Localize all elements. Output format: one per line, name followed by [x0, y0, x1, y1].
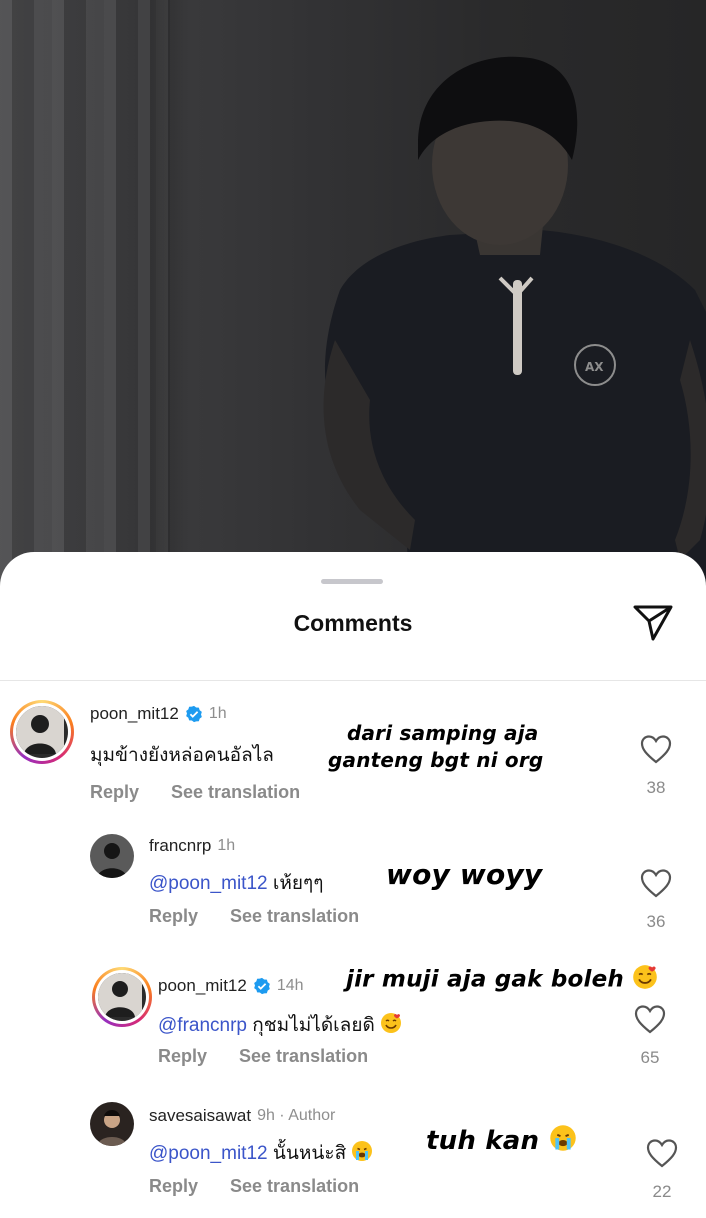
like-count: 65: [640, 1048, 660, 1067]
crying-face-emoji-icon: [549, 1124, 577, 1159]
like-button[interactable]: 38: [638, 734, 674, 798]
overlay-caption: woy woyy: [386, 858, 543, 891]
heart-outline-icon: [640, 735, 672, 764]
see-translation-button[interactable]: See translation: [239, 1046, 368, 1067]
verified-badge-icon: [254, 977, 270, 995]
comment-time: 1h: [217, 837, 236, 854]
comment-text: มุมข้างยังหล่อคนอัลไล: [90, 745, 274, 766]
comment-text: เห้ยๆๆ: [272, 873, 324, 894]
avatar-story-ring[interactable]: [10, 700, 74, 764]
comment-username[interactable]: savesaisawat: [149, 1106, 251, 1126]
drag-handle[interactable]: [321, 579, 383, 584]
comment-username[interactable]: poon_mit12: [158, 976, 247, 996]
overlay-caption: dari samping aja ganteng bgt ni org: [328, 721, 544, 772]
comment-username[interactable]: poon_mit12: [90, 704, 179, 724]
heart-outline-icon: [640, 869, 672, 898]
like-count: 38: [646, 778, 666, 797]
comment-item: poon_mit12 1h มุมข้างยังหล่อคนอัลไล Repl…: [0, 690, 706, 810]
avatar[interactable]: [90, 1102, 134, 1146]
sheet-title: Comments: [293, 610, 413, 636]
mention-link[interactable]: @francnrp: [158, 1015, 247, 1036]
crying-face-emoji-icon: [351, 1140, 373, 1168]
header-divider: [0, 680, 706, 681]
share-button[interactable]: [628, 600, 678, 646]
person-silhouette: AX: [323, 56, 706, 600]
see-translation-button[interactable]: See translation: [230, 1176, 359, 1197]
post-photo: AX: [0, 0, 706, 600]
see-translation-button[interactable]: See translation: [171, 782, 300, 803]
smiling-hearts-emoji-icon: [380, 1012, 402, 1040]
mention-link[interactable]: @poon_mit12: [149, 873, 268, 894]
svg-text:AX: AX: [585, 360, 604, 374]
comment-reply-item: francnrp 1h @poon_mit12 เห้ยๆๆ Reply See…: [0, 828, 706, 948]
comment-reply-item: savesaisawat 9h · Author @poon_mit12 นั้…: [0, 1098, 706, 1218]
smiling-hearts-emoji-icon: [632, 964, 658, 996]
avatar: [16, 706, 68, 758]
avatar[interactable]: [90, 834, 134, 878]
comment-time: 1h: [208, 705, 227, 722]
avatar: [98, 973, 146, 1021]
reply-button[interactable]: Reply: [149, 906, 198, 927]
like-button[interactable]: 22: [644, 1138, 680, 1202]
reply-button[interactable]: Reply: [158, 1046, 207, 1067]
mention-link[interactable]: @poon_mit12: [149, 1143, 268, 1164]
comment-time: 9h · Author: [257, 1107, 336, 1124]
reply-button[interactable]: Reply: [90, 782, 139, 803]
comment-text: นั้นหน่ะสิ: [272, 1143, 347, 1164]
like-button[interactable]: 65: [632, 1004, 668, 1068]
verified-badge-icon: [186, 705, 202, 723]
comment-time: 14h: [276, 977, 304, 994]
heart-outline-icon: [634, 1005, 666, 1034]
send-icon: [633, 605, 673, 641]
comment-text: กุชมไม่ได้เลยดิ: [252, 1015, 375, 1036]
curtain: [0, 0, 170, 600]
comment-username[interactable]: francnrp: [149, 836, 211, 856]
overlay-caption: tuh kan: [426, 1124, 577, 1159]
overlay-caption: jir muji aja gak boleh: [346, 964, 658, 996]
like-count: 22: [652, 1182, 672, 1201]
like-count: 36: [646, 912, 666, 931]
comment-reply-item: poon_mit12 14h @francnrp กุชมไม่ได้เลยดิ…: [0, 962, 706, 1082]
like-button[interactable]: 36: [638, 868, 674, 932]
heart-outline-icon: [646, 1139, 678, 1168]
avatar-story-ring[interactable]: [92, 967, 152, 1027]
reply-button[interactable]: Reply: [149, 1176, 198, 1197]
see-translation-button[interactable]: See translation: [230, 906, 359, 927]
